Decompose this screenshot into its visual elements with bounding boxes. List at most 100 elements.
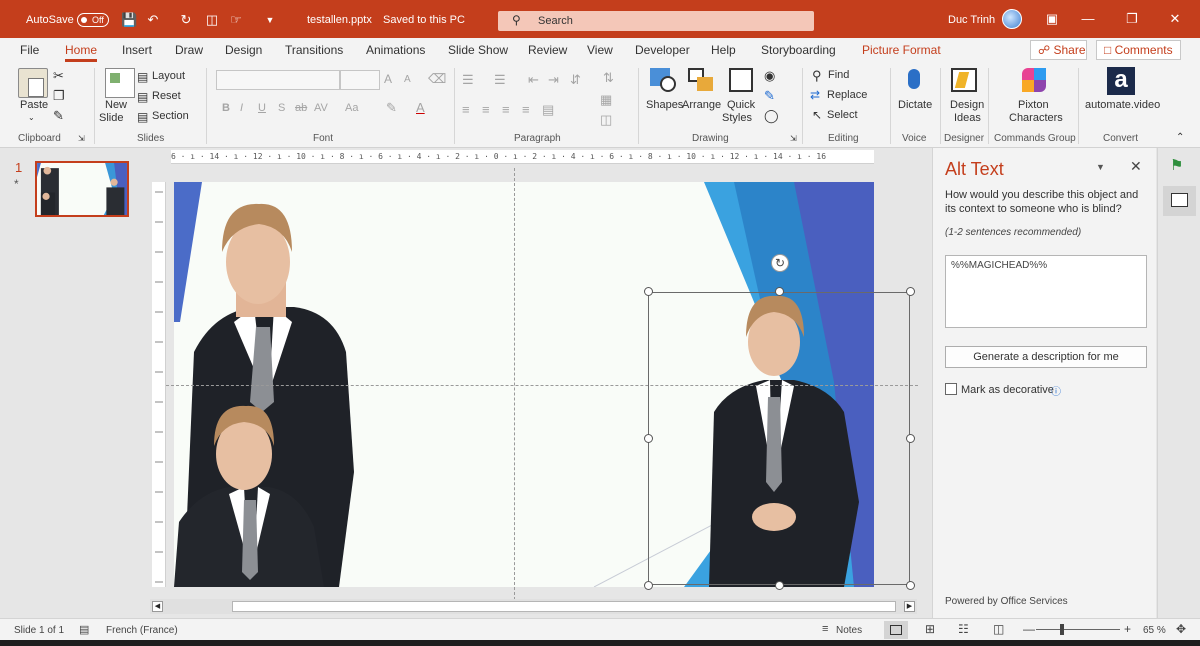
grow-font-icon[interactable]: A <box>384 72 392 86</box>
present-icon[interactable]: ◫ <box>204 12 220 28</box>
horizontal-ruler[interactable]: 6 · ı · 14 · ı · 12 · ı · 10 · ı · 8 · ı… <box>171 150 874 164</box>
clipboard-launcher-icon[interactable]: ⇲ <box>78 134 85 143</box>
replace-button[interactable]: Replace <box>827 89 867 101</box>
language-label[interactable]: French (France) <box>106 625 178 636</box>
notes-icon[interactable]: ≡ <box>822 623 828 635</box>
design-ideas-icon[interactable] <box>951 68 977 92</box>
increase-indent-icon[interactable]: ⇥ <box>548 72 559 88</box>
drawing-launcher-icon[interactable]: ⇲ <box>790 134 797 143</box>
justify-icon[interactable]: ≡ <box>522 102 530 117</box>
minimize-icon[interactable]: — <box>1078 10 1098 28</box>
copy-icon[interactable]: ❐ <box>53 88 65 104</box>
decorative-checkbox[interactable] <box>945 383 957 395</box>
find-icon[interactable]: ⚲ <box>812 68 822 84</box>
numbering-icon[interactable]: ☰ <box>494 72 506 88</box>
tab-insert[interactable]: Insert <box>122 43 152 57</box>
shrink-font-icon[interactable]: A <box>404 74 411 85</box>
resize-handle[interactable] <box>906 434 915 443</box>
tab-transitions[interactable]: Transitions <box>285 43 343 57</box>
tab-developer[interactable]: Developer <box>635 43 690 57</box>
info-icon[interactable]: ⓘ <box>1051 383 1061 398</box>
zoom-in-icon[interactable]: + <box>1124 622 1131 636</box>
font-size-field[interactable] <box>340 70 380 90</box>
find-button[interactable]: Find <box>828 69 849 81</box>
layout-icon[interactable]: ▤ <box>137 70 148 84</box>
pane-options-icon[interactable]: ▼ <box>1096 162 1105 172</box>
accessibility-icon[interactable]: ▤ <box>79 623 89 636</box>
avatar[interactable] <box>1002 9 1022 29</box>
customize-qat-icon[interactable]: ▼ <box>262 12 278 28</box>
restore-icon[interactable]: ❐ <box>1122 10 1142 28</box>
replace-icon[interactable]: ⇄ <box>810 88 820 102</box>
scroll-right-icon[interactable]: ▶ <box>904 601 915 612</box>
undo-icon[interactable]: ↶ <box>145 12 161 28</box>
dictate-button[interactable]: Dictate <box>898 99 932 111</box>
highlight-icon[interactable]: ✎ <box>386 100 397 116</box>
resize-handle[interactable] <box>644 287 653 296</box>
save-icon[interactable]: 💾 <box>121 12 137 28</box>
format-painter-icon[interactable]: ✎ <box>53 108 64 124</box>
fit-to-window-icon[interactable]: ✥ <box>1176 622 1186 636</box>
tab-draw[interactable]: Draw <box>175 43 203 57</box>
tab-help[interactable]: Help <box>711 43 736 57</box>
arrange-label[interactable]: Arrange <box>682 99 721 111</box>
zoom-slider-thumb[interactable] <box>1060 624 1064 635</box>
touch-mode-icon[interactable]: ☞ <box>228 12 244 28</box>
horizontal-scrollbar[interactable]: ◀ ▶ <box>150 599 917 614</box>
resize-handle[interactable] <box>906 287 915 296</box>
scroll-thumb[interactable] <box>232 601 896 612</box>
reset-button[interactable]: Reset <box>152 90 181 102</box>
tab-file[interactable]: File <box>20 43 39 57</box>
pixton-icon[interactable] <box>1022 68 1046 94</box>
new-slide-label-2[interactable]: Slide <box>99 112 123 124</box>
comments-pane-icon[interactable]: ⚑ <box>1170 156 1183 174</box>
slide-sorter-icon[interactable]: ⊞ <box>925 622 935 636</box>
vertical-ruler[interactable] <box>152 182 166 587</box>
user-name[interactable]: Duc Trinh <box>948 14 995 26</box>
close-window-icon[interactable]: ✕ <box>1165 10 1185 28</box>
rotate-handle-icon[interactable]: ↻ <box>771 254 789 272</box>
italic-button[interactable]: I <box>240 102 243 114</box>
shape-fill-icon[interactable]: ◉ <box>764 68 775 84</box>
strikethrough-button[interactable]: ab <box>295 102 307 114</box>
bold-button[interactable]: B <box>222 102 230 114</box>
reading-view-icon[interactable]: ☷ <box>958 622 969 636</box>
bullets-icon[interactable]: ☰ <box>462 72 474 88</box>
close-pane-icon[interactable]: ✕ <box>1130 158 1142 175</box>
paste-label[interactable]: Paste <box>20 99 48 111</box>
normal-view-icon[interactable] <box>884 621 908 639</box>
quick-styles-icon[interactable] <box>729 68 753 92</box>
quick-styles-label-1[interactable]: Quick <box>727 99 755 111</box>
collapse-ribbon-icon[interactable]: ⌃ <box>1176 132 1184 143</box>
slide-info[interactable]: Slide 1 of 1 <box>14 625 64 636</box>
shapes-label[interactable]: Shapes <box>646 99 683 111</box>
decrease-indent-icon[interactable]: ⇤ <box>528 72 539 88</box>
decorative-label[interactable]: Mark as decorative <box>961 384 1054 396</box>
tab-home[interactable]: Home <box>65 43 98 62</box>
slideshow-view-icon[interactable]: ◫ <box>993 622 1004 636</box>
tab-animations[interactable]: Animations <box>366 43 425 57</box>
new-slide-icon[interactable] <box>105 68 135 98</box>
section-icon[interactable]: ▤ <box>137 110 148 124</box>
resize-handle[interactable] <box>775 287 784 296</box>
generate-description-button[interactable]: Generate a description for me <box>945 346 1147 368</box>
automate-video-icon[interactable]: a <box>1107 67 1135 95</box>
new-slide-label-1[interactable]: New <box>105 99 127 111</box>
resize-handle[interactable] <box>644 434 653 443</box>
align-center-icon[interactable]: ≡ <box>482 102 490 117</box>
design-ideas-label-2[interactable]: Ideas <box>954 112 981 124</box>
zoom-level[interactable]: 65 % <box>1143 625 1166 636</box>
shape-outline-icon[interactable]: ✎ <box>764 88 775 104</box>
char-spacing-button[interactable]: AV <box>314 102 328 114</box>
tab-review[interactable]: Review <box>528 43 567 57</box>
underline-button[interactable]: U <box>258 102 266 114</box>
scroll-left-icon[interactable]: ◀ <box>152 601 163 612</box>
resize-handle[interactable] <box>644 581 653 590</box>
layout-button[interactable]: Layout <box>152 70 185 82</box>
smartart-icon[interactable]: ◫ <box>600 112 612 128</box>
columns-icon[interactable]: ▤ <box>542 102 554 118</box>
file-name[interactable]: testallen.pptx <box>307 14 372 26</box>
shadow-button[interactable]: S <box>278 102 285 114</box>
tab-storyboarding[interactable]: Storyboarding <box>761 43 836 57</box>
section-button[interactable]: Section <box>152 110 189 122</box>
